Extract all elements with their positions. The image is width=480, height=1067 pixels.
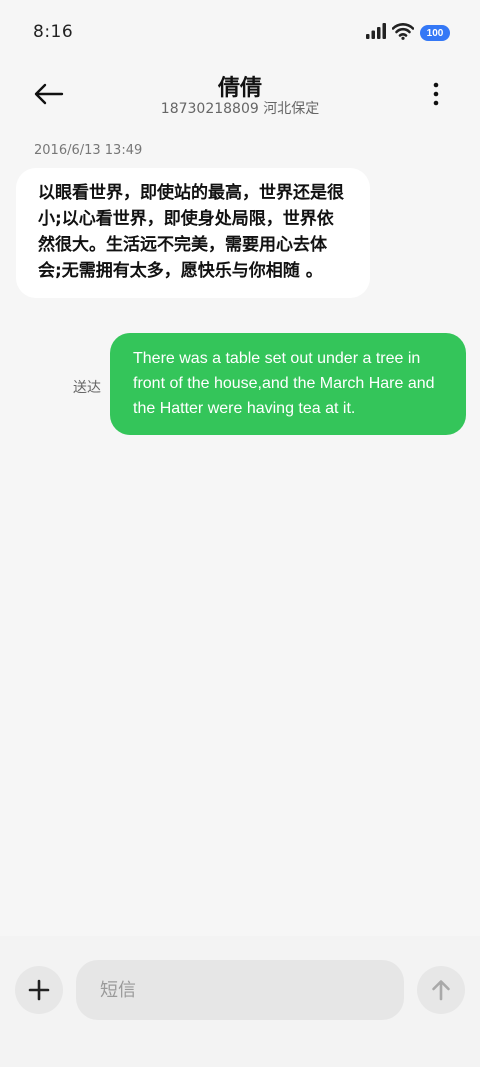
send-arrow-icon [432,980,450,1001]
conversation-header: 倩倩 18730218809 河北保定 [0,66,480,126]
more-vertical-icon [433,82,439,106]
plus-icon [28,979,50,1001]
message-timestamp: 2016/6/13 13:49 [34,143,143,158]
status-time: 8:16 [33,22,74,42]
status-bar: 8:16 100 [0,0,480,66]
signal-icon [366,23,386,43]
battery-icon: 100 [420,25,450,41]
message-composer [0,936,480,1067]
incoming-message-text: 以眼看世界，即使站的最高，世界还是很小;以心看世界，即使身处局限，世界依然很大。… [38,183,344,281]
more-options-button[interactable] [426,80,446,108]
delivery-status: 送达 [73,380,101,396]
incoming-message-bubble[interactable]: 以眼看世界，即使站的最高，世界还是很小;以心看世界，即使身处局限，世界依然很大。… [16,168,370,298]
status-icons: 100 [366,22,450,44]
outgoing-message-bubble[interactable]: There was a table set out under a tree i… [110,333,466,435]
sms-conversation-screen: 8:16 100 倩倩 18730218809 河北保定 2016/6/13 1… [0,0,480,1067]
send-button[interactable] [417,966,465,1014]
message-input[interactable] [76,960,404,1020]
contact-phone-location: 18730218809 河北保定 [160,101,320,117]
attach-button[interactable] [15,966,63,1014]
outgoing-message-text: There was a table set out under a tree i… [133,350,435,417]
wifi-icon [391,22,415,44]
